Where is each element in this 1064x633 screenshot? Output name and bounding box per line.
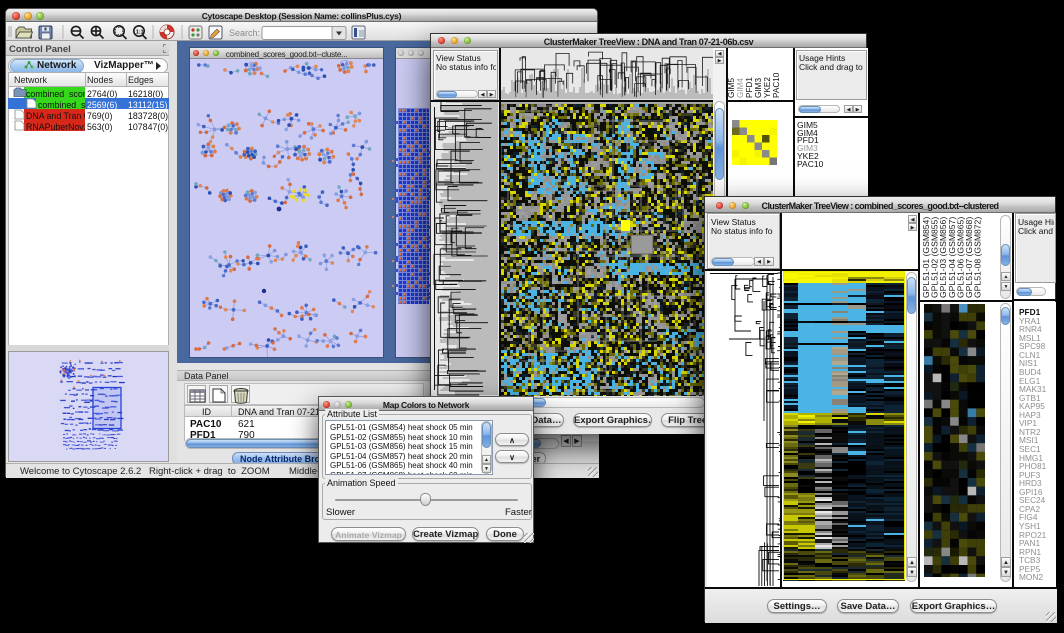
- svg-text:GIM3: GIM3: [754, 78, 763, 98]
- svg-text:GIM4: GIM4: [736, 78, 745, 98]
- svg-text:PFD1: PFD1: [745, 77, 754, 98]
- svg-text:PAC10: PAC10: [772, 72, 781, 98]
- svg-text:GPL51-08 (GSM872): GPL51-08 (GSM872): [973, 217, 983, 298]
- svg-text:YKE2: YKE2: [763, 77, 772, 98]
- svg-text:GIM5: GIM5: [727, 78, 736, 98]
